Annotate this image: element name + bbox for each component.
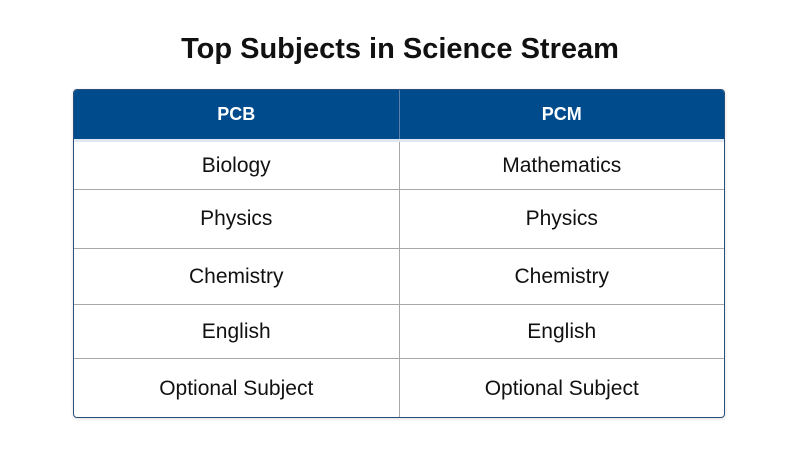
- table-cell: Physics: [398, 189, 724, 249]
- column-header-pcm: PCM: [398, 90, 724, 142]
- page-title: Top Subjects in Science Stream: [181, 33, 619, 65]
- table-row: English English: [74, 304, 724, 359]
- table-cell: Physics: [74, 189, 399, 249]
- table-cell: English: [74, 304, 399, 359]
- column-header-pcb: PCB: [74, 90, 399, 142]
- table-cell: Chemistry: [398, 248, 724, 305]
- table-row: Biology Mathematics: [74, 140, 724, 190]
- table-row: Physics Physics: [74, 189, 724, 249]
- subjects-table-grid: PCB PCM Biology Mathematics Physics Phys…: [74, 90, 724, 417]
- table-header-row: PCB PCM: [74, 90, 724, 142]
- table-row: Chemistry Chemistry: [74, 248, 724, 305]
- table-row: Optional Subject Optional Subject: [74, 358, 724, 417]
- table-cell: Biology: [201, 153, 271, 177]
- table-cell: Optional Subject: [74, 358, 399, 417]
- subjects-table: PCB PCM Biology Mathematics Physics Phys…: [73, 89, 725, 418]
- table-cell: Chemistry: [74, 248, 399, 305]
- table-cell: Optional Subject: [398, 358, 724, 417]
- table-cell: Mathematics: [398, 140, 724, 190]
- table-cell: English: [398, 304, 724, 359]
